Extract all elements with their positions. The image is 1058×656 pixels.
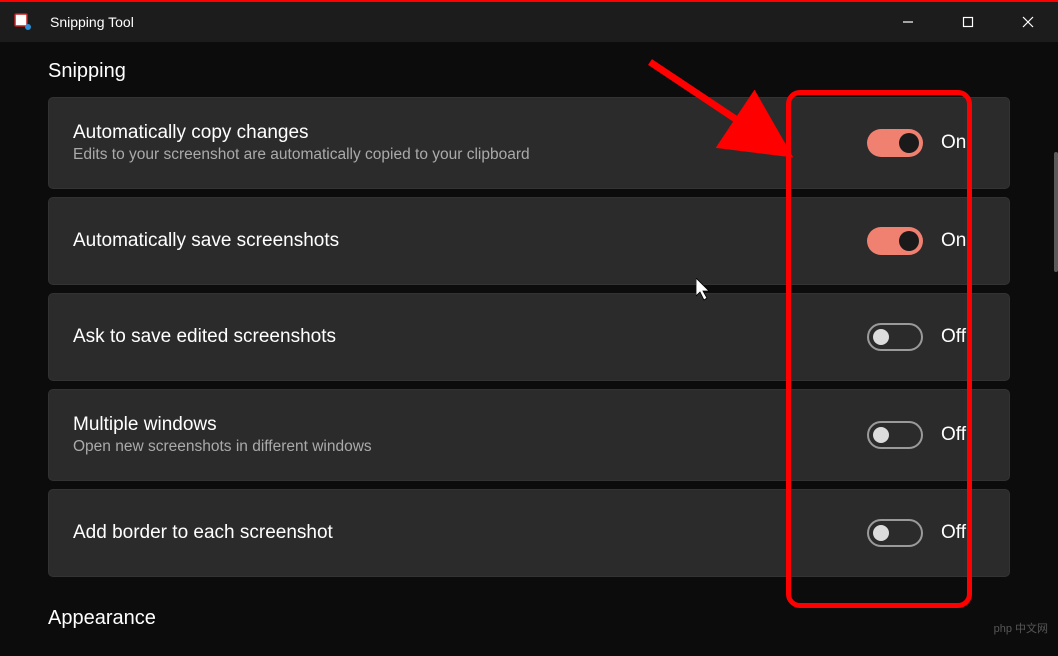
- setting-row-copy-changes[interactable]: Automatically copy changes Edits to your…: [48, 97, 1010, 189]
- setting-row-add-border[interactable]: Add border to each screenshot Off: [48, 489, 1010, 577]
- window-controls: [878, 2, 1058, 42]
- toggle-auto-save[interactable]: [867, 227, 923, 255]
- minimize-button[interactable]: [878, 2, 938, 42]
- setting-title: Multiple windows: [73, 414, 372, 436]
- scrollbar[interactable]: [1054, 152, 1058, 272]
- toggle-state: Off: [941, 522, 981, 544]
- titlebar: Snipping Tool: [0, 2, 1058, 42]
- toggle-copy-changes[interactable]: [867, 129, 923, 157]
- setting-row-ask-save[interactable]: Ask to save edited screenshots Off: [48, 293, 1010, 381]
- setting-desc: Edits to your screenshot are automatical…: [73, 146, 530, 164]
- app-icon: [14, 13, 32, 31]
- toggle-add-border[interactable]: [867, 519, 923, 547]
- setting-row-multiple-windows[interactable]: Multiple windows Open new screenshots in…: [48, 389, 1010, 481]
- toggle-state: Off: [941, 326, 981, 348]
- section-title-appearance: Appearance: [48, 607, 1010, 630]
- section-title-snipping: Snipping: [48, 60, 1010, 83]
- content-area: Snipping Automatically copy changes Edit…: [0, 42, 1058, 656]
- setting-title: Automatically save screenshots: [73, 230, 339, 252]
- watermark: php 中文网: [994, 620, 1048, 636]
- maximize-button[interactable]: [938, 2, 998, 42]
- toggle-multiple-windows[interactable]: [867, 421, 923, 449]
- window-title: Snipping Tool: [50, 14, 134, 30]
- setting-title: Add border to each screenshot: [73, 522, 333, 544]
- toggle-state: On: [941, 230, 981, 252]
- toggle-state: On: [941, 132, 981, 154]
- setting-desc: Open new screenshots in different window…: [73, 438, 372, 456]
- setting-title: Automatically copy changes: [73, 122, 530, 144]
- toggle-ask-save[interactable]: [867, 323, 923, 351]
- close-button[interactable]: [998, 2, 1058, 42]
- setting-title: Ask to save edited screenshots: [73, 326, 336, 348]
- setting-row-auto-save[interactable]: Automatically save screenshots On: [48, 197, 1010, 285]
- toggle-state: Off: [941, 424, 981, 446]
